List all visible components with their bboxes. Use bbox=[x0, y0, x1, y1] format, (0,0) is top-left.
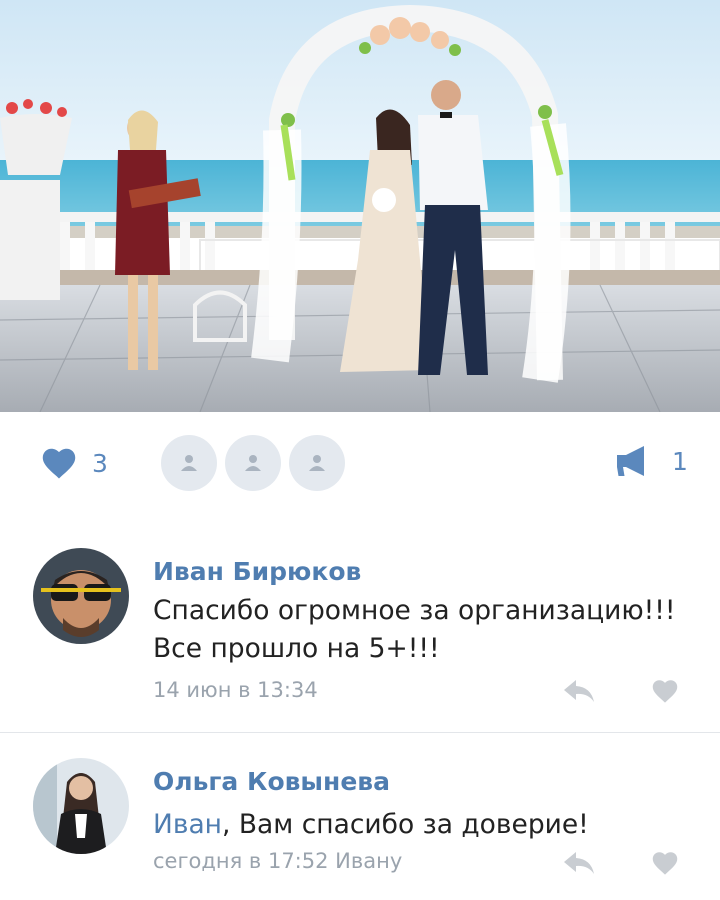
share-button[interactable]: 1 bbox=[614, 444, 688, 478]
reply-icon[interactable] bbox=[562, 850, 596, 876]
post-photo[interactable] bbox=[0, 0, 720, 412]
megaphone-icon bbox=[617, 446, 644, 476]
avatar-image bbox=[33, 548, 129, 644]
likes-count: 3 bbox=[92, 448, 108, 478]
liker-avatar[interactable] bbox=[161, 435, 217, 491]
user-icon bbox=[181, 455, 197, 471]
liker-avatar[interactable] bbox=[225, 435, 281, 491]
comment-text-body: , Вам спасибо за доверие! bbox=[222, 809, 589, 840]
liker-avatar[interactable] bbox=[289, 435, 345, 491]
heart-icon[interactable] bbox=[651, 850, 679, 876]
reply-mention[interactable]: Иван bbox=[153, 809, 222, 840]
reply-icon[interactable] bbox=[562, 678, 596, 704]
heart-icon[interactable] bbox=[651, 678, 679, 704]
user-icon bbox=[309, 455, 325, 471]
post-actions-bar bbox=[0, 412, 720, 512]
shares-count: 1 bbox=[672, 446, 688, 476]
avatar[interactable] bbox=[33, 758, 129, 854]
comment-author[interactable]: Иван Бирюков bbox=[153, 557, 361, 586]
comment-timestamp[interactable]: сегодня в 17:52 Ивану bbox=[153, 849, 402, 873]
comment-timestamp[interactable]: 14 июн в 13:34 bbox=[153, 678, 318, 702]
avatar[interactable] bbox=[33, 548, 129, 644]
comment-text: Иван, Вам спасибо за доверие! bbox=[153, 806, 693, 844]
avatar-image bbox=[33, 758, 129, 854]
comment-item: Ольга Ковынева Иван, Вам спасибо за дове… bbox=[0, 750, 720, 900]
heart-icon bbox=[42, 448, 76, 479]
comment-item: Иван Бирюков Спасибо огромное за организ… bbox=[0, 540, 720, 730]
user-icon bbox=[245, 455, 261, 471]
comment-divider bbox=[0, 732, 720, 733]
comment-author[interactable]: Ольга Ковынева bbox=[153, 767, 390, 796]
like-button[interactable]: 3 bbox=[40, 445, 108, 481]
wedding-photo-image bbox=[0, 0, 720, 412]
comment-text: Спасибо огромное за организацию!!! Все п… bbox=[153, 595, 676, 664]
